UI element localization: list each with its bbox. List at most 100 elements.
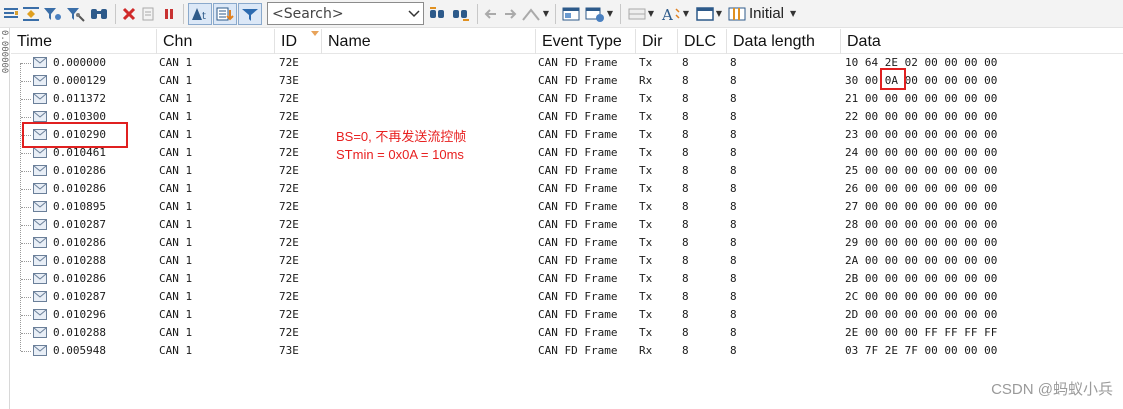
pause-icon[interactable] — [160, 3, 178, 25]
window-layout-icon[interactable] — [560, 3, 582, 25]
chevron-down-icon[interactable]: ▼ — [790, 9, 796, 18]
cell-dir: Tx — [639, 326, 653, 339]
cell-data: 2C 00 00 00 00 00 00 00 — [845, 290, 998, 303]
view-preset-label: Initial — [749, 5, 785, 22]
layout-icon[interactable] — [2, 3, 20, 25]
toolbar-separator — [555, 3, 556, 24]
cell-dlc: 8 — [682, 110, 689, 123]
sort-indicator-icon — [311, 31, 319, 36]
message-icon — [33, 291, 47, 302]
expand-icon[interactable] — [21, 3, 41, 25]
cell-event-type: CAN FD Frame — [538, 182, 618, 195]
cell-dir: Tx — [639, 164, 653, 177]
cell-data: 29 00 00 00 00 00 00 00 — [845, 236, 998, 249]
table-row[interactable]: 0.000129 CAN 1 73E CAN FD Frame Rx 8 8 30 00 0A… — [11, 72, 1123, 90]
window-icon[interactable]: ▼ — [693, 3, 725, 25]
cell-dlc: 8 — [682, 290, 689, 303]
font-size-icon[interactable]: A ▼ — [658, 3, 692, 25]
column-header-data-length[interactable]: Data length — [727, 29, 841, 54]
autoscroll-icon[interactable] — [213, 2, 237, 25]
svg-text:t: t — [202, 11, 206, 22]
list-filter-icon[interactable] — [238, 2, 262, 25]
cell-id: 73E — [279, 344, 299, 357]
chevron-down-icon[interactable]: ▼ — [683, 9, 689, 18]
column-header-data[interactable]: Data — [841, 29, 1111, 54]
table-row[interactable]: 0.011372 CAN 1 72E CAN FD Frame Tx 8 8 21 00 00… — [11, 90, 1123, 108]
cell-dir: Tx — [639, 236, 653, 249]
tree-branch — [21, 99, 31, 100]
cell-dlc: 8 — [682, 182, 689, 195]
cell-data: 10 64 2E 02 00 00 00 00 — [845, 56, 998, 69]
cell-data-length: 8 — [730, 92, 737, 105]
search-input[interactable]: <Search> — [267, 2, 424, 25]
toolbar-separator — [477, 3, 478, 24]
clear-icon[interactable] — [120, 3, 138, 25]
cell-event-type: CAN FD Frame — [538, 128, 618, 141]
column-header-dlc[interactable]: DLC — [678, 29, 727, 54]
cell-chn: CAN 1 — [159, 200, 193, 213]
cell-data: 2E 00 00 00 FF FF FF FF — [845, 326, 998, 339]
column-header-name[interactable]: Name — [322, 29, 536, 54]
table-row[interactable]: 0.010300 CAN 1 72E CAN FD Frame Tx 8 8 22 00 00… — [11, 108, 1123, 126]
table-row[interactable]: 0.010290 CAN 1 72E CAN FD Frame Tx 8 8 23 00 00… — [11, 126, 1123, 144]
cell-id: 72E — [279, 200, 299, 213]
column-header-dir[interactable]: Dir — [636, 29, 678, 54]
message-icon — [33, 75, 47, 86]
table-row[interactable]: 0.010286 CAN 1 72E CAN FD Frame Tx 8 8 25 00 00… — [11, 162, 1123, 180]
chevron-down-icon[interactable] — [408, 9, 420, 18]
table-row[interactable]: 0.010895 CAN 1 72E CAN FD Frame Tx 8 8 27 00 00… — [11, 198, 1123, 216]
chevron-down-icon[interactable]: ▼ — [716, 9, 722, 18]
table-row[interactable]: 0.005948 CAN 1 73E CAN FD Frame Rx 8 8 03 7F 2E… — [11, 342, 1123, 360]
chevron-down-icon[interactable]: ▼ — [607, 9, 613, 18]
table-row[interactable]: 0.010296 CAN 1 72E CAN FD Frame Tx 8 8 2D 00 00… — [11, 306, 1123, 324]
message-icon — [33, 183, 47, 194]
watermark: CSDN @蚂蚁小兵 — [991, 381, 1113, 398]
cell-time: 0.005948 — [53, 344, 106, 357]
table-row[interactable]: 0.010288 CAN 1 72E CAN FD Frame Tx 8 8 2E 00 00… — [11, 324, 1123, 342]
table-row[interactable]: 0.010286 CAN 1 72E CAN FD Frame Tx 8 8 26 00 00… — [11, 180, 1123, 198]
table-row[interactable]: 0.010286 CAN 1 72E CAN FD Frame Tx 8 8 29 00 00… — [11, 234, 1123, 252]
table-row[interactable]: 0.000000 CAN 1 72E CAN FD Frame Tx 8 8 10 64 2E… — [11, 54, 1123, 72]
cell-id: 72E — [279, 92, 299, 105]
column-header-time[interactable]: Time — [11, 29, 157, 54]
message-icon — [33, 345, 47, 356]
find-binoculars-icon[interactable] — [88, 3, 110, 25]
time-mode-icon[interactable]: t — [188, 2, 212, 25]
cell-time: 0.011372 — [53, 92, 106, 105]
cell-data-length: 8 — [730, 218, 737, 231]
display-mode-icon[interactable]: ▼ — [583, 3, 615, 25]
filter-icon[interactable] — [42, 3, 64, 25]
table-row[interactable]: 0.010287 CAN 1 72E CAN FD Frame Tx 8 8 2C 00 00… — [11, 288, 1123, 306]
view-preset-dropdown[interactable]: Initial ▼ — [726, 3, 814, 25]
cell-id: 72E — [279, 110, 299, 123]
toolbar-separator — [183, 3, 184, 24]
table-row[interactable]: 0.010286 CAN 1 72E CAN FD Frame Tx 8 8 2B 00 00… — [11, 270, 1123, 288]
message-icon — [33, 147, 47, 158]
tree-branch — [21, 225, 31, 226]
message-icon — [33, 309, 47, 320]
search-backward-icon[interactable] — [427, 3, 449, 25]
cell-data: 26 00 00 00 00 00 00 00 — [845, 182, 998, 195]
table-row[interactable]: 0.010287 CAN 1 72E CAN FD Frame Tx 8 8 28 00 00… — [11, 216, 1123, 234]
cell-data-length: 8 — [730, 344, 737, 357]
table-row[interactable]: 0.010288 CAN 1 72E CAN FD Frame Tx 8 8 2A 00 00… — [11, 252, 1123, 270]
cell-data: 30 00 0A 00 00 00 00 00 — [845, 74, 998, 87]
search-forward-icon[interactable] — [450, 3, 472, 25]
cell-time: 0.010286 — [53, 182, 106, 195]
message-icon — [33, 273, 47, 284]
wrench-filter-icon[interactable] — [65, 3, 87, 25]
cell-dlc: 8 — [682, 308, 689, 321]
cell-dir: Rx — [639, 344, 653, 357]
cell-dir: Tx — [639, 218, 653, 231]
message-icon — [33, 327, 47, 338]
cell-data-length: 8 — [730, 146, 737, 159]
cell-time: 0.010288 — [53, 254, 106, 267]
search-placeholder: <Search> — [272, 5, 344, 22]
cell-data-length: 8 — [730, 290, 737, 303]
column-header-chn[interactable]: Chn — [157, 29, 275, 54]
svg-text:A: A — [661, 6, 673, 22]
cell-data: 23 00 00 00 00 00 00 00 — [845, 128, 998, 141]
table-row[interactable]: 0.010461 CAN 1 72E CAN FD Frame Tx 8 8 24 00 00… — [11, 144, 1123, 162]
column-header-event-type[interactable]: Event Type — [536, 29, 636, 54]
cell-dlc: 8 — [682, 218, 689, 231]
